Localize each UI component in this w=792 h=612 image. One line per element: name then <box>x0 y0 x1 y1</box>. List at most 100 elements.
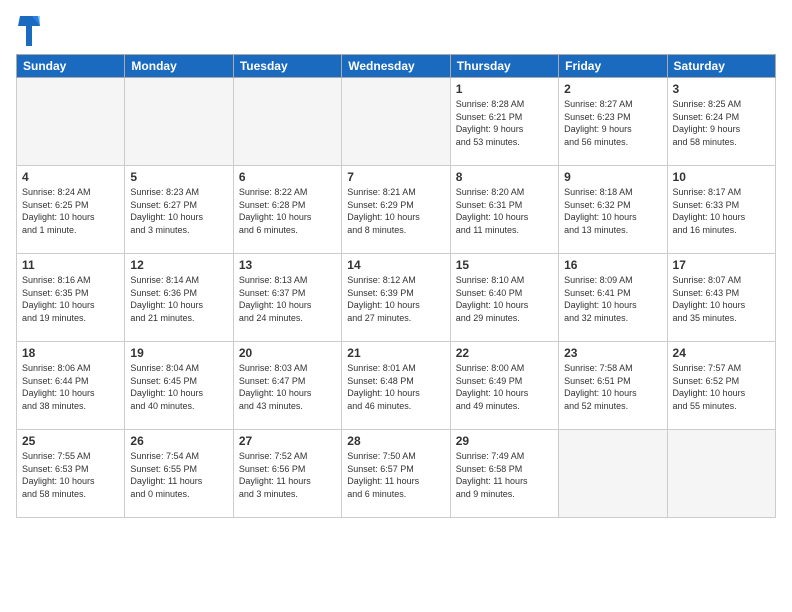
day-info: Sunrise: 8:27 AM Sunset: 6:23 PM Dayligh… <box>564 98 661 148</box>
calendar-cell: 21 Sunrise: 8:01 AM Sunset: 6:48 PM Dayli… <box>342 342 450 430</box>
day-number: 20 <box>239 346 336 360</box>
day-info: Sunrise: 8:13 AM Sunset: 6:37 PM Dayligh… <box>239 274 336 324</box>
calendar-cell: 2 Sunrise: 8:27 AM Sunset: 6:23 PM Daylig… <box>559 78 667 166</box>
weekday-header-sunday: Sunday <box>17 55 125 78</box>
day-number: 1 <box>456 82 553 96</box>
calendar-cell <box>667 430 775 518</box>
calendar-cell: 22Sunrise: 8:00 AM Sunset: 6:49 PM Dayli… <box>450 342 558 430</box>
day-number: 5 <box>130 170 227 184</box>
day-number: 26 <box>130 434 227 448</box>
day-info: Sunrise: 8:24 AM Sunset: 6:25 PM Dayligh… <box>22 186 119 236</box>
day-info: Sunrise: 7:55 AM Sunset: 6:53 PM Dayligh… <box>22 450 119 500</box>
calendar-cell: 8 Sunrise: 8:20 AM Sunset: 6:31 PM Daylig… <box>450 166 558 254</box>
day-info: Sunrise: 8:04 AM Sunset: 6:45 PM Dayligh… <box>130 362 227 412</box>
week-row-2: 11 Sunrise: 8:16 AM Sunset: 6:35 PM Dayli… <box>17 254 776 342</box>
logo <box>16 16 40 46</box>
day-number: 23 <box>564 346 661 360</box>
calendar-cell: 11 Sunrise: 8:16 AM Sunset: 6:35 PM Dayli… <box>17 254 125 342</box>
day-info: Sunrise: 8:28 AM Sunset: 6:21 PM Dayligh… <box>456 98 553 148</box>
weekday-header-saturday: Saturday <box>667 55 775 78</box>
calendar-table: SundayMondayTuesdayWednesdayThursdayFrid… <box>16 54 776 518</box>
calendar-cell: 23 Sunrise: 7:58 AM Sunset: 6:51 PM Dayli… <box>559 342 667 430</box>
day-info: Sunrise: 7:54 AM Sunset: 6:55 PM Dayligh… <box>130 450 227 500</box>
weekday-header-friday: Friday <box>559 55 667 78</box>
day-info: Sunrise: 8:01 AM Sunset: 6:48 PM Dayligh… <box>347 362 444 412</box>
day-number: 12 <box>130 258 227 272</box>
weekday-header-row: SundayMondayTuesdayWednesdayThursdayFrid… <box>17 55 776 78</box>
day-number: 7 <box>347 170 444 184</box>
day-number: 15 <box>456 258 553 272</box>
calendar-cell: 19 Sunrise: 8:04 AM Sunset: 6:45 PM Dayli… <box>125 342 233 430</box>
weekday-header-monday: Monday <box>125 55 233 78</box>
week-row-0: 1 Sunrise: 8:28 AM Sunset: 6:21 PM Daylig… <box>17 78 776 166</box>
day-info: Sunrise: 7:58 AM Sunset: 6:51 PM Dayligh… <box>564 362 661 412</box>
calendar-cell: 25 Sunrise: 7:55 AM Sunset: 6:53 PM Dayli… <box>17 430 125 518</box>
day-info: Sunrise: 8:20 AM Sunset: 6:31 PM Dayligh… <box>456 186 553 236</box>
day-number: 25 <box>22 434 119 448</box>
day-info: Sunrise: 8:03 AM Sunset: 6:47 PM Dayligh… <box>239 362 336 412</box>
day-number: 17 <box>673 258 770 272</box>
page-header <box>16 16 776 46</box>
calendar-cell: 12 Sunrise: 8:14 AM Sunset: 6:36 PM Dayli… <box>125 254 233 342</box>
day-number: 29 <box>456 434 553 448</box>
day-number: 2 <box>564 82 661 96</box>
calendar-cell: 20 Sunrise: 8:03 AM Sunset: 6:47 PM Dayli… <box>233 342 341 430</box>
day-info: Sunrise: 8:22 AM Sunset: 6:28 PM Dayligh… <box>239 186 336 236</box>
day-info: Sunrise: 8:18 AM Sunset: 6:32 PM Dayligh… <box>564 186 661 236</box>
day-info: Sunrise: 8:07 AM Sunset: 6:43 PM Dayligh… <box>673 274 770 324</box>
day-info: Sunrise: 8:16 AM Sunset: 6:35 PM Dayligh… <box>22 274 119 324</box>
day-number: 10 <box>673 170 770 184</box>
calendar-cell: 7 Sunrise: 8:21 AM Sunset: 6:29 PM Daylig… <box>342 166 450 254</box>
calendar-cell <box>233 78 341 166</box>
calendar-cell: 6Sunrise: 8:22 AM Sunset: 6:28 PM Daylig… <box>233 166 341 254</box>
week-row-4: 25 Sunrise: 7:55 AM Sunset: 6:53 PM Dayli… <box>17 430 776 518</box>
day-info: Sunrise: 8:21 AM Sunset: 6:29 PM Dayligh… <box>347 186 444 236</box>
calendar-cell: 27Sunrise: 7:52 AM Sunset: 6:56 PM Dayli… <box>233 430 341 518</box>
day-number: 16 <box>564 258 661 272</box>
day-number: 13 <box>239 258 336 272</box>
calendar-cell: 3 Sunrise: 8:25 AM Sunset: 6:24 PM Daylig… <box>667 78 775 166</box>
day-info: Sunrise: 8:25 AM Sunset: 6:24 PM Dayligh… <box>673 98 770 148</box>
calendar-cell: 16 Sunrise: 8:09 AM Sunset: 6:41 PM Dayli… <box>559 254 667 342</box>
calendar-cell: 24 Sunrise: 7:57 AM Sunset: 6:52 PM Dayli… <box>667 342 775 430</box>
calendar-cell <box>559 430 667 518</box>
day-info: Sunrise: 7:50 AM Sunset: 6:57 PM Dayligh… <box>347 450 444 500</box>
day-info: Sunrise: 8:23 AM Sunset: 6:27 PM Dayligh… <box>130 186 227 236</box>
day-info: Sunrise: 8:17 AM Sunset: 6:33 PM Dayligh… <box>673 186 770 236</box>
day-number: 9 <box>564 170 661 184</box>
calendar-cell: 1 Sunrise: 8:28 AM Sunset: 6:21 PM Daylig… <box>450 78 558 166</box>
calendar-cell <box>17 78 125 166</box>
day-number: 8 <box>456 170 553 184</box>
day-number: 21 <box>347 346 444 360</box>
weekday-header-wednesday: Wednesday <box>342 55 450 78</box>
day-info: Sunrise: 8:12 AM Sunset: 6:39 PM Dayligh… <box>347 274 444 324</box>
calendar-cell: 14Sunrise: 8:12 AM Sunset: 6:39 PM Dayli… <box>342 254 450 342</box>
calendar-cell: 15Sunrise: 8:10 AM Sunset: 6:40 PM Dayli… <box>450 254 558 342</box>
day-info: Sunrise: 7:57 AM Sunset: 6:52 PM Dayligh… <box>673 362 770 412</box>
calendar-cell: 17 Sunrise: 8:07 AM Sunset: 6:43 PM Dayli… <box>667 254 775 342</box>
day-info: Sunrise: 8:06 AM Sunset: 6:44 PM Dayligh… <box>22 362 119 412</box>
day-number: 11 <box>22 258 119 272</box>
calendar-cell: 13 Sunrise: 8:13 AM Sunset: 6:37 PM Dayli… <box>233 254 341 342</box>
calendar-cell: 26 Sunrise: 7:54 AM Sunset: 6:55 PM Dayli… <box>125 430 233 518</box>
day-number: 18 <box>22 346 119 360</box>
calendar-cell: 4 Sunrise: 8:24 AM Sunset: 6:25 PM Daylig… <box>17 166 125 254</box>
calendar-cell <box>342 78 450 166</box>
logo-icon <box>18 16 40 46</box>
day-number: 4 <box>22 170 119 184</box>
calendar-cell: 5 Sunrise: 8:23 AM Sunset: 6:27 PM Daylig… <box>125 166 233 254</box>
page-container: SundayMondayTuesdayWednesdayThursdayFrid… <box>0 0 792 612</box>
weekday-header-tuesday: Tuesday <box>233 55 341 78</box>
day-number: 24 <box>673 346 770 360</box>
calendar-cell <box>125 78 233 166</box>
calendar-cell: 10 Sunrise: 8:17 AM Sunset: 6:33 PM Dayli… <box>667 166 775 254</box>
calendar-cell: 28Sunrise: 7:50 AM Sunset: 6:57 PM Dayli… <box>342 430 450 518</box>
calendar-cell: 9 Sunrise: 8:18 AM Sunset: 6:32 PM Daylig… <box>559 166 667 254</box>
day-number: 19 <box>130 346 227 360</box>
day-info: Sunrise: 8:09 AM Sunset: 6:41 PM Dayligh… <box>564 274 661 324</box>
day-info: Sunrise: 7:52 AM Sunset: 6:56 PM Dayligh… <box>239 450 336 500</box>
day-info: Sunrise: 8:14 AM Sunset: 6:36 PM Dayligh… <box>130 274 227 324</box>
day-number: 3 <box>673 82 770 96</box>
day-info: Sunrise: 7:49 AM Sunset: 6:58 PM Dayligh… <box>456 450 553 500</box>
calendar-cell: 18 Sunrise: 8:06 AM Sunset: 6:44 PM Dayli… <box>17 342 125 430</box>
